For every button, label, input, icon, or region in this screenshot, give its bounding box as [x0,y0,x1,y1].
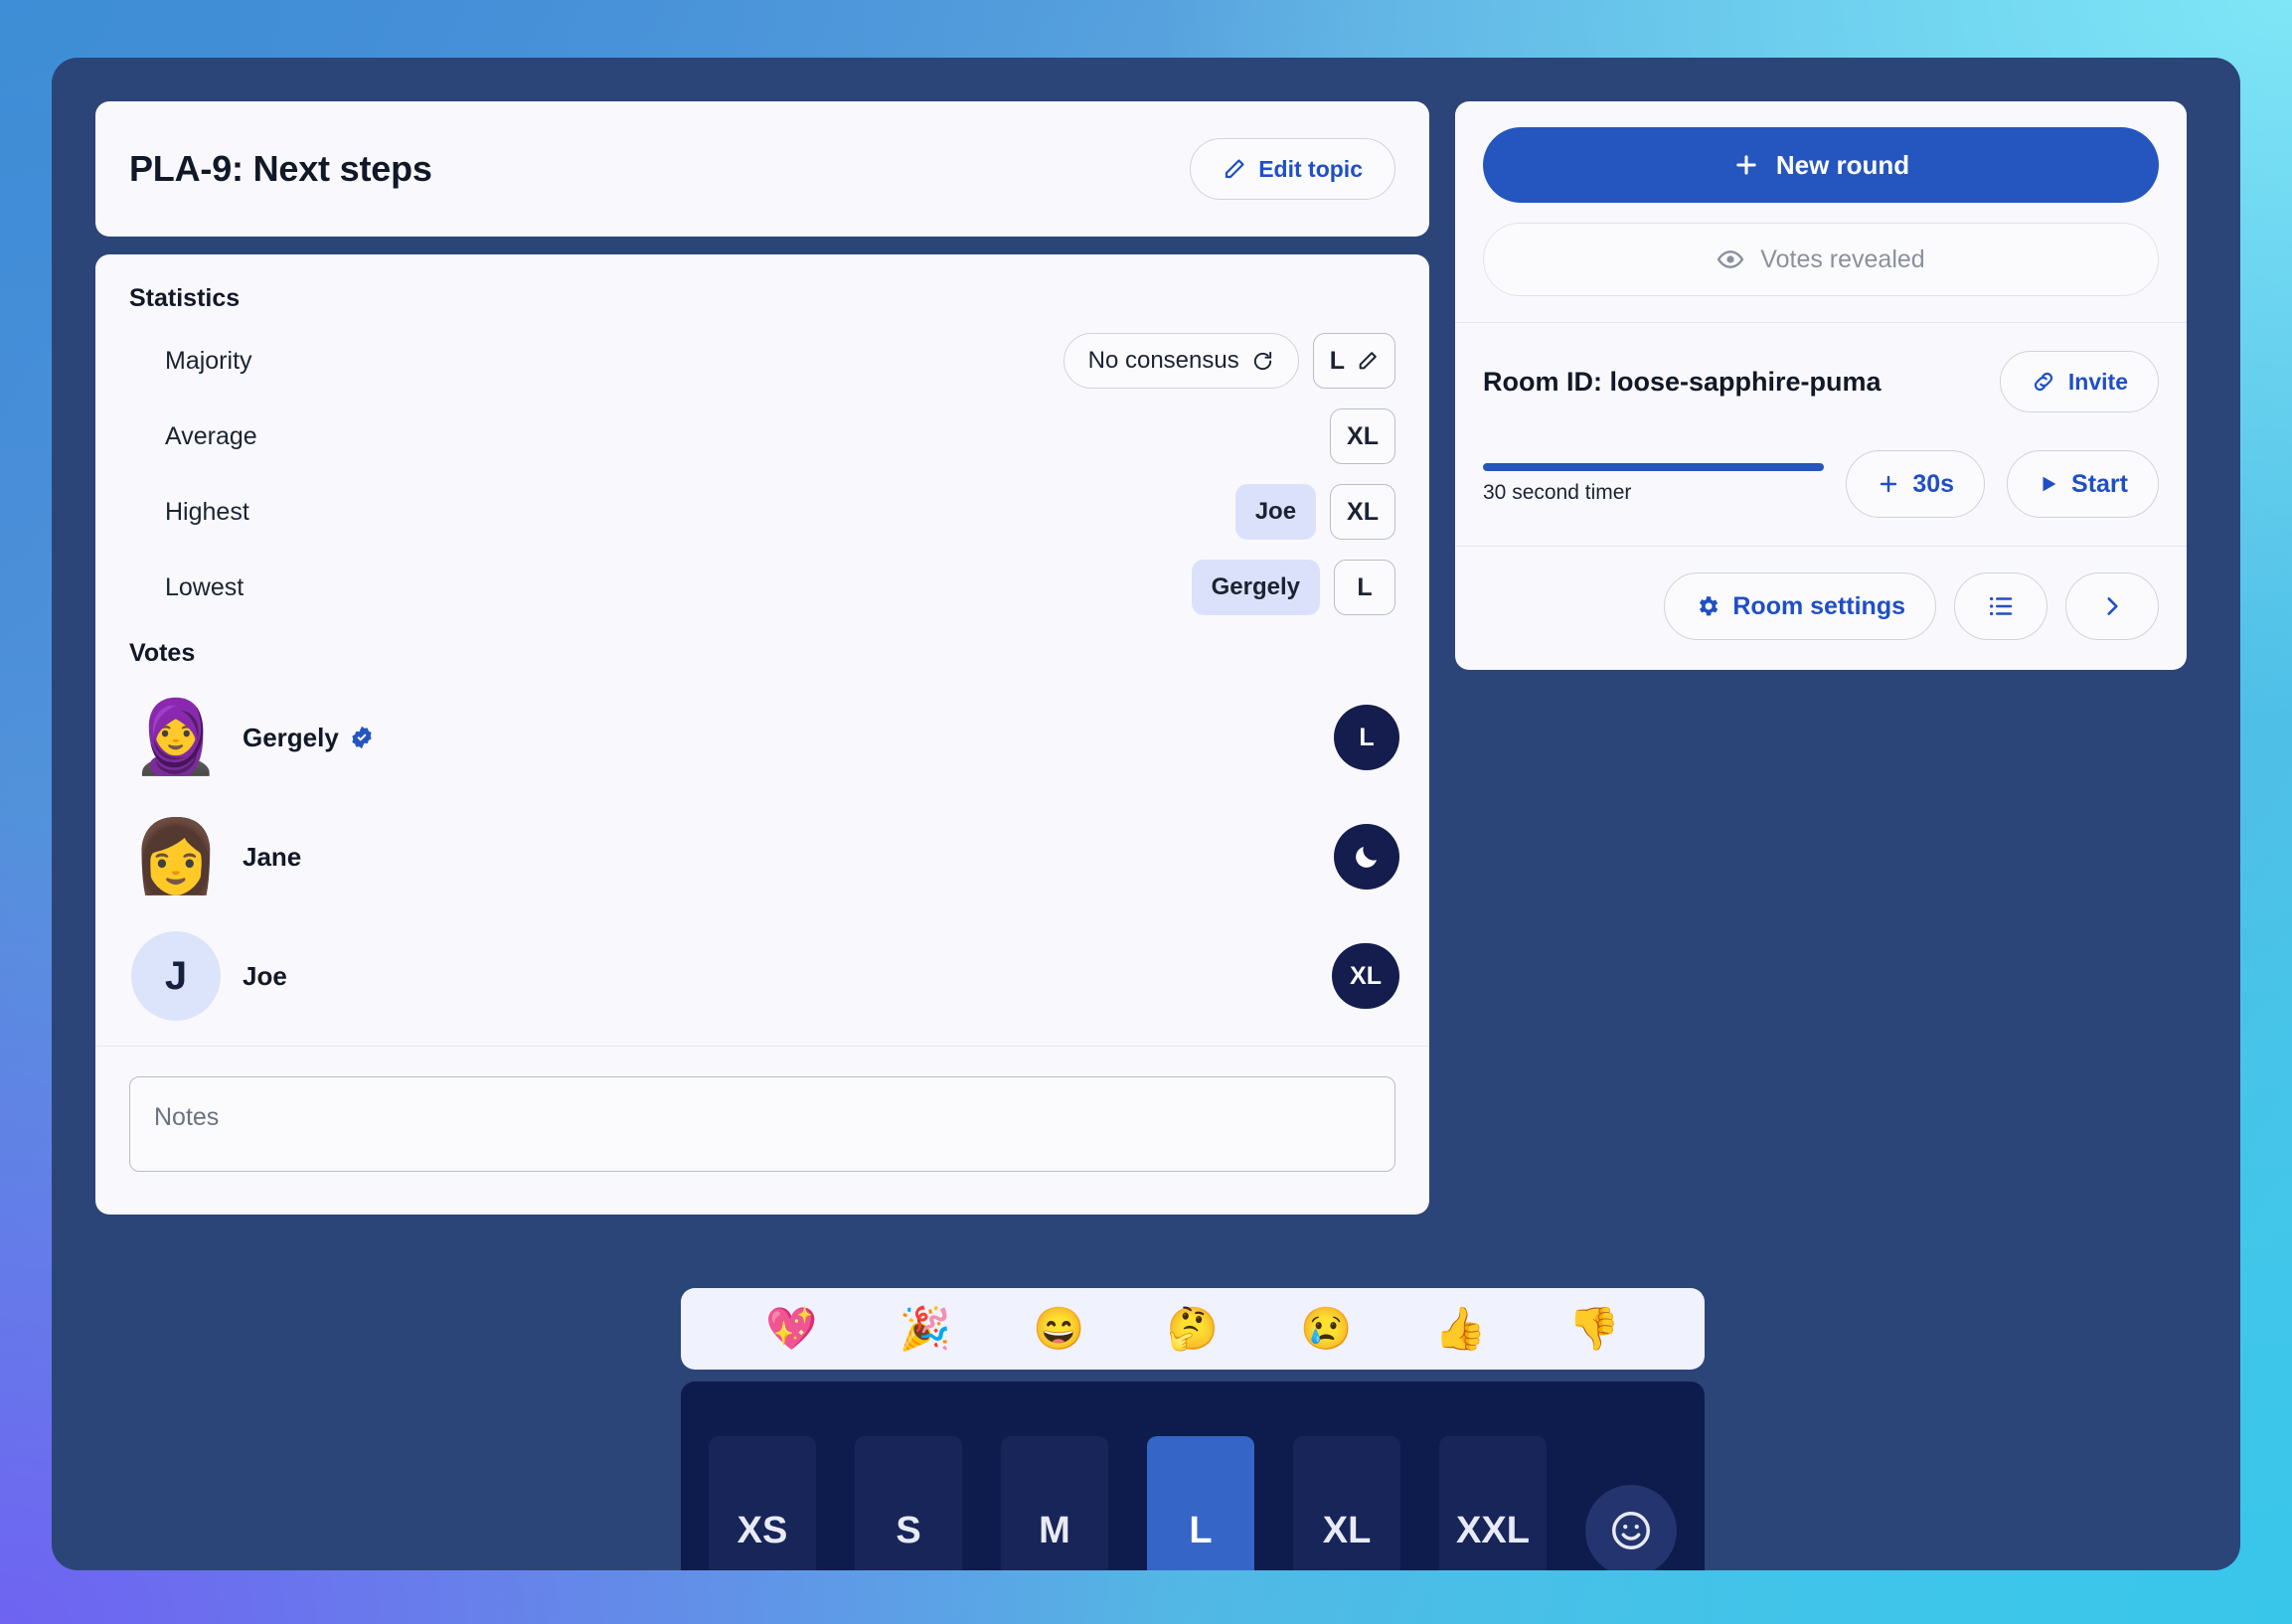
vote-row: J Joe XL [95,916,1429,1036]
side-panel: New round Votes revealed Room ID: loose-… [1455,101,2187,670]
deck-card-s[interactable]: S [855,1436,962,1570]
reaction-thumbs-up-button[interactable]: 👍 [1434,1308,1486,1350]
majority-value-edit-button[interactable]: L [1312,333,1395,389]
avatar: J [131,931,221,1021]
highest-value: XL [1330,484,1395,540]
invite-button[interactable]: Invite [1999,351,2159,412]
deck-card-xl[interactable]: XL [1293,1436,1400,1570]
stat-label-highest: Highest [165,497,249,526]
statistics-heading: Statistics [129,284,241,312]
emoji-picker-button[interactable] [1585,1485,1677,1570]
reaction-bar: 💖 🎉 😄 🤔 😢 👍 👎 [681,1288,1705,1370]
refresh-icon [1251,350,1274,373]
add-30s-label: 30s [1912,469,1955,498]
voter-name: Gergely [243,722,339,752]
avatar: 👩 [131,817,221,896]
stat-label-lowest: Lowest [165,572,245,601]
vote-row: 🧕 Gergely L [95,678,1429,797]
room-id-label: Room ID: loose-sapphire-puma [1483,366,1882,397]
room-settings-button[interactable]: Room settings [1664,572,1936,640]
notes-input[interactable] [129,1076,1395,1172]
highest-voter-chip: Joe [1234,484,1317,540]
card-deck: XS S M L XL XXL [681,1381,1705,1570]
lowest-value: L [1334,560,1395,615]
timer-caption: 30 second timer [1483,481,1632,504]
vote-value-chip: XL [1332,943,1399,1009]
statistics-card: Statistics Majority No consensus L Avera… [95,254,1429,1215]
stat-label-majority: Majority [165,346,252,375]
add-30s-button[interactable]: 30s [1846,450,1986,518]
votes-heading: Votes [129,639,196,667]
stat-label-average: Average [165,421,257,450]
deck-card-m[interactable]: M [1001,1436,1108,1570]
crescent-moon-icon [1352,842,1382,872]
avatar: 🧕 [131,698,221,777]
room-id-row: Room ID: loose-sapphire-puma Invite [1455,323,2187,440]
start-label: Start [2071,469,2128,498]
plus-icon [1877,472,1900,496]
expand-panel-button[interactable] [2065,572,2159,640]
chevron-right-icon [2099,593,2125,619]
vote-value-chip: L [1334,705,1399,770]
voter-name: Joe [243,960,287,991]
main-column: PLA-9: Next steps Edit topic Statistics [95,101,1429,1215]
plus-icon [1732,151,1760,179]
stat-row-highest: Highest Joe XL [129,474,1395,550]
stat-row-majority: Majority No consensus L [129,323,1395,399]
app-window: PLA-9: Next steps Edit topic Statistics [52,58,2240,1570]
view-list-button[interactable] [1954,572,2047,640]
votes-revealed-label: Votes revealed [1760,244,1925,273]
pencil-icon [1223,157,1246,181]
deck-card-xxl[interactable]: XXL [1439,1436,1547,1570]
eye-icon [1717,245,1744,273]
settings-row: Room settings [1455,547,2187,670]
reaction-grinning-face-button[interactable]: 😄 [1033,1308,1084,1350]
timer-progress-bar [1483,463,1825,471]
start-timer-button[interactable]: Start [2007,450,2159,518]
stat-row-lowest: Lowest Gergely L [129,550,1395,625]
pencil-icon [1357,350,1379,372]
average-value: XL [1330,408,1395,464]
new-round-label: New round [1775,149,1910,180]
vote-row: 👩 Jane [95,797,1429,916]
reaction-thumbs-down-button[interactable]: 👎 [1568,1308,1620,1350]
reaction-sparkling-heart-button[interactable]: 💖 [765,1308,817,1350]
list-icon [1986,591,2016,621]
gear-icon [1695,593,1720,619]
deck-card-xs[interactable]: XS [709,1436,816,1570]
no-consensus-label: No consensus [1087,347,1239,374]
play-icon [2038,473,2059,495]
voter-name: Jane [243,841,302,872]
stat-row-average: Average XL [129,399,1395,474]
votes-revealed-status: Votes revealed [1483,223,2159,296]
reaction-party-popper-button[interactable]: 🎉 [900,1308,951,1350]
reaction-crying-face-button[interactable]: 😢 [1300,1308,1352,1350]
invite-label: Invite [2067,368,2128,395]
lowest-voter-chip: Gergely [1191,560,1320,615]
topic-header: PLA-9: Next steps Edit topic [95,101,1429,237]
timer-progress-fill [1483,463,1825,471]
link-icon [2031,369,2056,395]
deck-card-l[interactable]: L [1147,1436,1254,1570]
page-title: PLA-9: Next steps [129,148,432,189]
new-round-button[interactable]: New round [1483,127,2159,203]
edit-topic-button[interactable]: Edit topic [1190,138,1395,200]
edit-topic-label: Edit topic [1258,155,1363,182]
majority-value: L [1329,346,1345,375]
timer-row: 30 second timer 30s Start [1455,440,2187,546]
verified-badge-icon [349,725,375,750]
vote-idle-chip [1334,824,1399,890]
room-settings-label: Room settings [1732,591,1905,620]
no-consensus-button[interactable]: No consensus [1063,333,1299,389]
reaction-thinking-face-button[interactable]: 🤔 [1167,1308,1219,1350]
